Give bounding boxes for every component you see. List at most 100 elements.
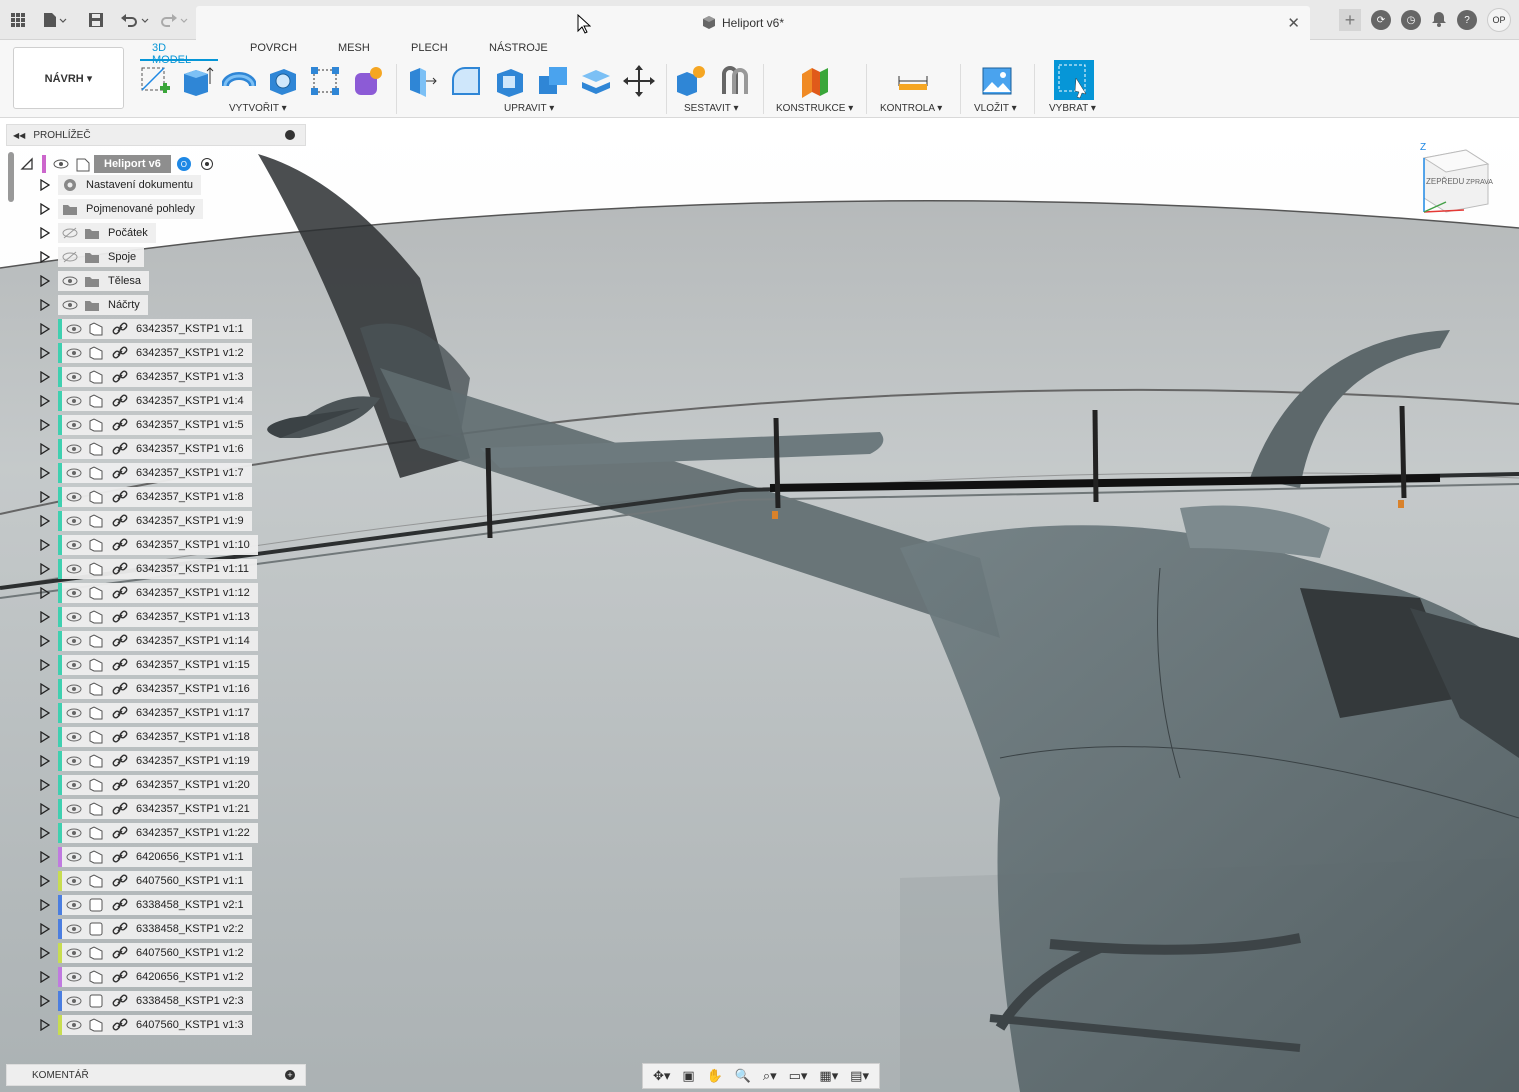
- modify-group-label[interactable]: UPRAVIT ▾: [504, 103, 554, 114]
- expand-triangle-icon[interactable]: [40, 971, 50, 983]
- expand-triangle-icon[interactable]: [40, 947, 50, 959]
- component-pill[interactable]: 6342357_KSTP1 v1:8: [58, 487, 252, 507]
- measure-icon[interactable]: [896, 64, 930, 98]
- eye-icon[interactable]: [66, 443, 82, 455]
- expand-triangle-icon[interactable]: [40, 707, 50, 719]
- expand-triangle-icon[interactable]: [40, 827, 50, 839]
- folder-pill[interactable]: Náčrty: [58, 295, 148, 315]
- expand-triangle-icon[interactable]: [40, 203, 50, 215]
- eye-icon[interactable]: [66, 467, 82, 479]
- component-pill[interactable]: 6342357_KSTP1 v1:3: [58, 367, 252, 387]
- component-pill[interactable]: 6342357_KSTP1 v1:12: [58, 583, 258, 603]
- expand-triangle-icon[interactable]: [40, 179, 50, 191]
- select-icon[interactable]: [1054, 60, 1094, 100]
- expand-triangle-icon[interactable]: [40, 779, 50, 791]
- tab-plech[interactable]: PLECH: [411, 42, 448, 54]
- hole-icon[interactable]: [266, 64, 300, 98]
- expand-triangle-icon[interactable]: [40, 323, 50, 335]
- link-icon[interactable]: [112, 657, 128, 673]
- expand-triangle-icon[interactable]: [40, 995, 50, 1007]
- expand-triangle-icon[interactable]: [40, 395, 50, 407]
- link-icon[interactable]: [112, 777, 128, 793]
- eye-icon[interactable]: [66, 395, 82, 407]
- eye-icon[interactable]: [66, 851, 82, 863]
- new-tab-plus-icon[interactable]: +: [1339, 9, 1361, 31]
- expand-triangle-icon[interactable]: [40, 347, 50, 359]
- component-pill[interactable]: 6338458_KSTP1 v2:1: [58, 895, 252, 915]
- activate-component-icon[interactable]: O: [176, 157, 191, 171]
- link-icon[interactable]: [112, 801, 128, 817]
- select-group-label[interactable]: VYBRAT ▾: [1049, 103, 1096, 114]
- expand-triangle-icon[interactable]: [40, 491, 50, 503]
- link-icon[interactable]: [112, 849, 128, 865]
- link-icon[interactable]: [112, 705, 128, 721]
- expand-triangle-icon[interactable]: [40, 299, 50, 311]
- viewports-icon[interactable]: ▤▾: [850, 1068, 869, 1084]
- link-icon[interactable]: [112, 441, 128, 457]
- insert-image-icon[interactable]: [980, 64, 1014, 98]
- eye-icon[interactable]: [66, 515, 82, 527]
- expand-triangle-icon[interactable]: [40, 731, 50, 743]
- eye-icon[interactable]: [66, 755, 82, 767]
- look-at-icon[interactable]: ▣: [682, 1068, 694, 1084]
- pattern-icon[interactable]: [308, 64, 342, 98]
- viewcube-right-label[interactable]: ZPRAVA: [1466, 179, 1493, 186]
- expand-triangle-icon[interactable]: [40, 683, 50, 695]
- link-icon[interactable]: [112, 681, 128, 697]
- help-icon[interactable]: ?: [1457, 10, 1477, 30]
- eye-hidden-icon[interactable]: [62, 227, 78, 239]
- component-pill[interactable]: 6342357_KSTP1 v1:7: [58, 463, 252, 483]
- link-icon[interactable]: [112, 393, 128, 409]
- eye-icon[interactable]: [66, 491, 82, 503]
- extrude-icon[interactable]: [180, 64, 214, 98]
- expand-triangle-icon[interactable]: [40, 1019, 50, 1031]
- redo-icon[interactable]: [160, 10, 190, 30]
- assemble-group-label[interactable]: SESTAVIT ▾: [684, 103, 738, 114]
- component-pill[interactable]: 6420656_KSTP1 v1:2: [58, 967, 252, 987]
- viewcube-front-label[interactable]: ZEPŘEDU: [1426, 177, 1464, 186]
- expand-triangle-icon[interactable]: [40, 611, 50, 623]
- tab-3d-model[interactable]: 3D MODEL: [152, 42, 191, 66]
- expand-triangle-icon[interactable]: [40, 227, 50, 239]
- display-settings-icon[interactable]: ▭▾: [789, 1068, 808, 1084]
- eye-icon[interactable]: [66, 803, 82, 815]
- eye-icon[interactable]: [66, 923, 82, 935]
- link-icon[interactable]: [112, 513, 128, 529]
- expand-triangle-icon[interactable]: [40, 467, 50, 479]
- eye-icon[interactable]: [62, 299, 78, 311]
- eye-icon[interactable]: [66, 635, 82, 647]
- create-group-label[interactable]: VYTVOŘIT ▾: [229, 103, 287, 114]
- expand-triangle-icon[interactable]: [40, 587, 50, 599]
- link-icon[interactable]: [112, 753, 128, 769]
- link-icon[interactable]: [112, 537, 128, 553]
- link-icon[interactable]: [112, 561, 128, 577]
- create-form-icon[interactable]: [352, 64, 386, 98]
- pan-icon[interactable]: ✋: [707, 1068, 723, 1084]
- link-icon[interactable]: [112, 897, 128, 913]
- shell-icon[interactable]: [493, 64, 527, 98]
- eye-icon[interactable]: [62, 275, 78, 287]
- create-sketch-icon[interactable]: [138, 64, 172, 98]
- expand-triangle-icon[interactable]: [40, 803, 50, 815]
- link-icon[interactable]: [112, 945, 128, 961]
- eye-icon[interactable]: [66, 947, 82, 959]
- offset-face-icon[interactable]: [579, 64, 613, 98]
- user-avatar[interactable]: OP: [1487, 8, 1511, 32]
- tab-povrch[interactable]: POVRCH: [250, 42, 297, 54]
- eye-icon[interactable]: [66, 539, 82, 551]
- expand-triangle-icon[interactable]: [40, 635, 50, 647]
- tab-nastroje[interactable]: NÁSTROJE: [489, 42, 548, 54]
- fillet-icon[interactable]: [450, 64, 484, 98]
- expand-triangle-icon[interactable]: [40, 275, 50, 287]
- component-pill[interactable]: 6407560_KSTP1 v1:1: [58, 871, 252, 891]
- folder-pill[interactable]: Počátek: [58, 223, 156, 243]
- workspace-switcher-button[interactable]: NÁVRH ▾: [13, 47, 124, 109]
- zoom-icon[interactable]: 🔍: [735, 1068, 751, 1084]
- expand-triangle-icon[interactable]: [40, 443, 50, 455]
- notifications-bell-icon[interactable]: [1431, 11, 1447, 30]
- link-icon[interactable]: [112, 969, 128, 985]
- extensions-icon[interactable]: ⟳: [1371, 10, 1391, 30]
- component-pill[interactable]: 6342357_KSTP1 v1:17: [58, 703, 258, 723]
- offset-plane-icon[interactable]: [798, 64, 832, 98]
- insert-group-label[interactable]: VLOŽIT ▾: [974, 103, 1017, 114]
